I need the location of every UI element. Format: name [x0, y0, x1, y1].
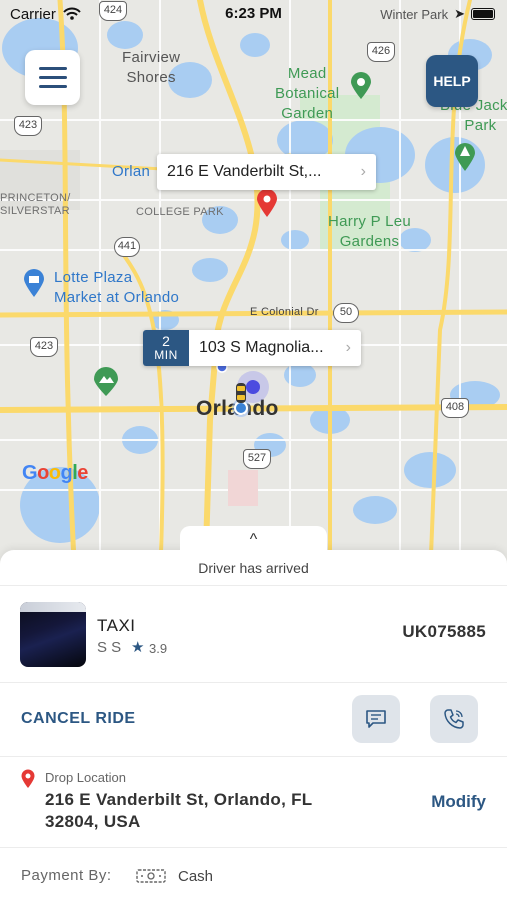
pickup-callout-text: 103 S Magnolia...: [199, 339, 324, 356]
drop-location-label: Drop Location: [45, 770, 126, 785]
vehicle-type: TAXI: [97, 616, 136, 635]
pickup-callout[interactable]: 2 MIN 103 S Magnolia... ›: [143, 330, 361, 366]
status-overlay-text: Winter Park: [380, 6, 449, 22]
cancel-ride-button[interactable]: CANCEL RIDE: [21, 710, 136, 728]
location-arrow-icon: ➤: [454, 6, 465, 21]
modify-drop-button[interactable]: Modify: [431, 792, 486, 812]
map-label-fairview: Fairview Shores: [122, 49, 181, 86]
status-right: Winter Park ➤: [380, 6, 495, 22]
phone-icon: [444, 709, 464, 729]
driver-info-row: TAXI S S ★ 3.9 UK075885: [0, 586, 507, 683]
garden-poi-icon: [351, 72, 371, 99]
battery-icon: [471, 8, 495, 20]
drop-location-address: 216 E Vanderbilt St, Orlando, FL 32804, …: [45, 790, 313, 831]
cash-icon: [136, 869, 166, 883]
driver-name: S S: [97, 639, 122, 656]
star-icon: ★: [131, 639, 145, 656]
status-bar: Carrier 6:23 PM Winter Park ➤: [0, 0, 507, 28]
map-label-princeton: PRINCETON/ SILVERSTAR: [0, 192, 71, 217]
highway-shield: 527: [243, 449, 271, 469]
destination-callout-text: 216 E Vanderbilt St,...: [167, 163, 322, 180]
hamburger-icon-line: [38, 85, 67, 88]
eta-badge: 2 MIN: [143, 330, 189, 366]
map-label-colonial-dr: E Colonial Dr: [250, 306, 319, 318]
park-poi-icon: [94, 367, 118, 396]
payment-label: Payment By:: [21, 867, 112, 884]
eta-number: 2: [162, 333, 170, 349]
eta-unit: MIN: [154, 348, 178, 362]
drop-location-row: Drop Location 216 E Vanderbilt St, Orlan…: [0, 757, 507, 848]
driver-rating: 3.9: [149, 641, 168, 656]
map-label-lotte-plaza: Lotte Plaza Market at Orlando: [54, 269, 180, 306]
highway-shield: 50: [333, 303, 359, 323]
highway-shield: 408: [441, 398, 469, 418]
destination-pin-icon: [257, 189, 277, 217]
sheet-expand-handle[interactable]: ^: [180, 526, 327, 556]
help-button[interactable]: HELP: [426, 55, 478, 107]
destination-callout[interactable]: 216 E Vanderbilt St,... ›: [157, 154, 376, 190]
call-driver-button[interactable]: [430, 695, 478, 743]
map-label-college-park: COLLEGE PARK: [136, 206, 224, 218]
map-label-harry-leu: Harry P Leu Gardens: [328, 213, 412, 250]
highway-shield: 423: [14, 116, 42, 136]
highway-shield: 423: [30, 337, 58, 357]
hamburger-icon-line: [38, 67, 67, 70]
payment-row: Payment By: Cash: [0, 848, 507, 900]
driver-avatar: [20, 602, 86, 667]
message-driver-button[interactable]: [352, 695, 400, 743]
chevron-right-icon: ›: [360, 163, 366, 180]
payment-method: Cash: [178, 868, 214, 885]
highway-shield: 426: [367, 42, 395, 62]
google-logo: Google: [22, 462, 88, 484]
vehicle-location-marker: [216, 361, 269, 417]
map-label-orlando-partial: Orlan: [112, 163, 151, 180]
highway-shield: 441: [114, 237, 140, 257]
ride-actions-row: CANCEL RIDE: [0, 683, 507, 757]
ride-status: Driver has arrived: [0, 556, 507, 586]
shopping-poi-icon: [24, 269, 44, 297]
chevron-right-icon: ›: [345, 339, 351, 356]
map-label-mead-botanical: Mead Botanical Garden: [275, 65, 340, 122]
chat-icon: [366, 710, 386, 728]
menu-button[interactable]: [25, 50, 80, 105]
hamburger-icon-line: [38, 76, 67, 79]
chevron-up-icon: ^: [249, 531, 258, 548]
park-poi-icon: [455, 143, 475, 171]
location-pin-icon: [21, 769, 35, 788]
vehicle-plate: UK075885: [402, 622, 486, 641]
